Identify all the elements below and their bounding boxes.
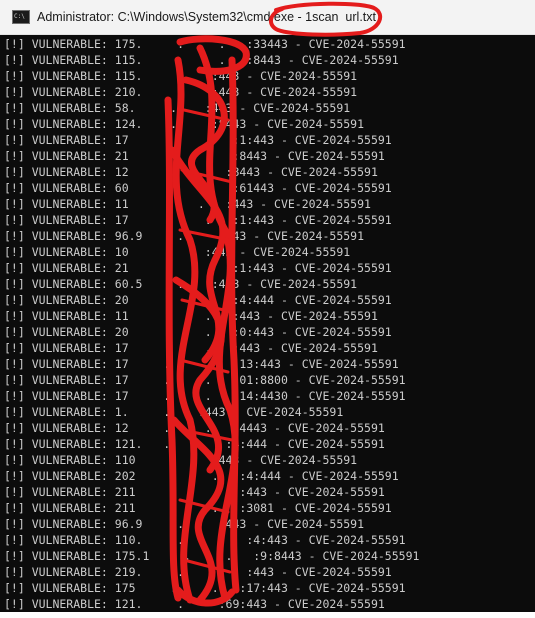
background-strip: [0, 612, 535, 618]
console-line: [!] VULNERABLE: 175.1 . . :9:8443 - CVE-…: [4, 549, 420, 563]
console-line: [!] VULNERABLE: 60.5 . :443 - CVE-2024-5…: [4, 277, 358, 291]
title-bar[interactable]: C:\ Administrator: C:\Windows\System32\c…: [0, 0, 535, 35]
console-line: [!] VULNERABLE: 211 . . :3081 - CVE-2024…: [4, 501, 392, 515]
console-line: [!] VULNERABLE: 10 . :443 - CVE-2024-555…: [4, 245, 351, 259]
console-line: [!] VULNERABLE: 96.9 . :443 - CVE-2024-5…: [4, 229, 365, 243]
console-line: [!] VULNERABLE: 115. . :443 - CVE-2024-5…: [4, 69, 358, 83]
console-line: [!] VULNERABLE: 11 . . :443 - CVE-2024-5…: [4, 309, 378, 323]
console-line: [!] VULNERABLE: 17 . . :1:443 - CVE-2024…: [4, 213, 392, 227]
console-line: [!] VULNERABLE: 12 . . :4443 - CVE-2024-…: [4, 421, 385, 435]
console-line: [!] VULNERABLE: 121. . . :4:444 - CVE-20…: [4, 437, 385, 451]
console-line: [!] VULNERABLE: 110 . :443 - CVE-2024-55…: [4, 453, 358, 467]
console-line: [!] VULNERABLE: 58. . :443 - CVE-2024-55…: [4, 101, 351, 115]
console-line: [!] VULNERABLE: 124. . :8443 - CVE-2024-…: [4, 117, 365, 131]
console-line: [!] VULNERABLE: 115. . . :8443 - CVE-202…: [4, 53, 399, 67]
console-line: [!] VULNERABLE: 12 . . :8443 - CVE-2024-…: [4, 165, 378, 179]
console-line: [!] VULNERABLE: 17 . . :13:443 - CVE-202…: [4, 357, 399, 371]
console-line: [!] VULNERABLE: 11 . . :443 - CVE-2024-5…: [4, 197, 371, 211]
cmd-console-icon: C:\: [12, 10, 30, 24]
console-line: [!] VULNERABLE: 175 . . :17:443 - CVE-20…: [4, 581, 406, 595]
console-line: [!] VULNERABLE: 96.9 . :443 - CVE-2024-5…: [4, 517, 365, 531]
console-output[interactable]: [!] VULNERABLE: 175. . . :33443 - CVE-20…: [0, 36, 530, 612]
console-line: [!] VULNERABLE: 121. . :69:443 - CVE-202…: [4, 597, 385, 611]
console-line: [!] VULNERABLE: 17 . . :443 - CVE-2024-5…: [4, 341, 378, 355]
console-line: [!] VULNERABLE: 110. . . :4:443 - CVE-20…: [4, 533, 406, 547]
console-line: [!] VULNERABLE: 17 . . :14:4430 - CVE-20…: [4, 389, 406, 403]
console-line: [!] VULNERABLE: 17 . . :1:443 - CVE-2024…: [4, 133, 392, 147]
console-line: [!] VULNERABLE: 20 . . :4:444 - CVE-2024…: [4, 293, 392, 307]
console-line: [!] VULNERABLE: 21 . . :8443 - CVE-2024-…: [4, 149, 385, 163]
console-line: [!] VULNERABLE: 202 . . :4:444 - CVE-202…: [4, 469, 399, 483]
console-line: [!] VULNERABLE: 175. . . :33443 - CVE-20…: [4, 37, 406, 51]
window-title: Administrator: C:\Windows\System32\cmd.e…: [37, 10, 376, 24]
cmd-window: C:\ Administrator: C:\Windows\System32\c…: [0, 0, 535, 612]
console-line: [!] VULNERABLE: 211 . . :443 - CVE-2024-…: [4, 485, 385, 499]
console-line: [!] VULNERABLE: 20 . . :0:443 - CVE-2024…: [4, 325, 392, 339]
console-line: [!] VULNERABLE: 219. . . :443 - CVE-2024…: [4, 565, 392, 579]
console-line: [!] VULNERABLE: 210. . :443 - CVE-2024-5…: [4, 85, 358, 99]
console-line: [!] VULNERABLE: 1. . :443 - CVE-2024-555…: [4, 405, 344, 419]
console-line: [!] VULNERABLE: 17 . . :01:8800 - CVE-20…: [4, 373, 406, 387]
console-line: [!] VULNERABLE: 21 . . :1:443 - CVE-2024…: [4, 261, 392, 275]
console-line: [!] VULNERABLE: 60 . . :61443 - CVE-2024…: [4, 181, 392, 195]
